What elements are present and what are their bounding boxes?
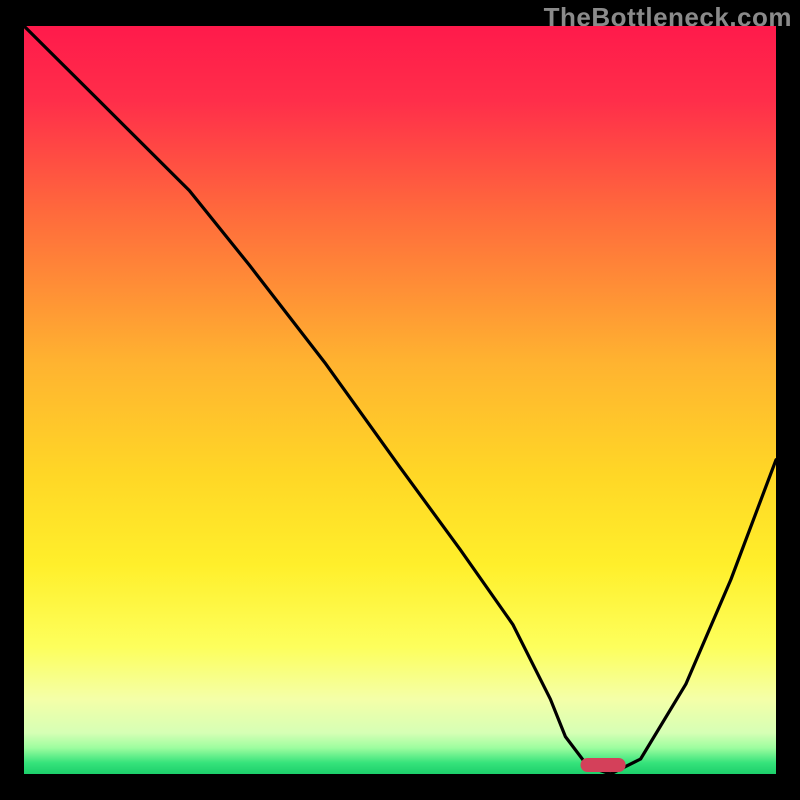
chart-frame: TheBottleneck.com — [0, 0, 800, 800]
bottleneck-chart — [24, 26, 776, 774]
chart-svg — [24, 26, 776, 774]
